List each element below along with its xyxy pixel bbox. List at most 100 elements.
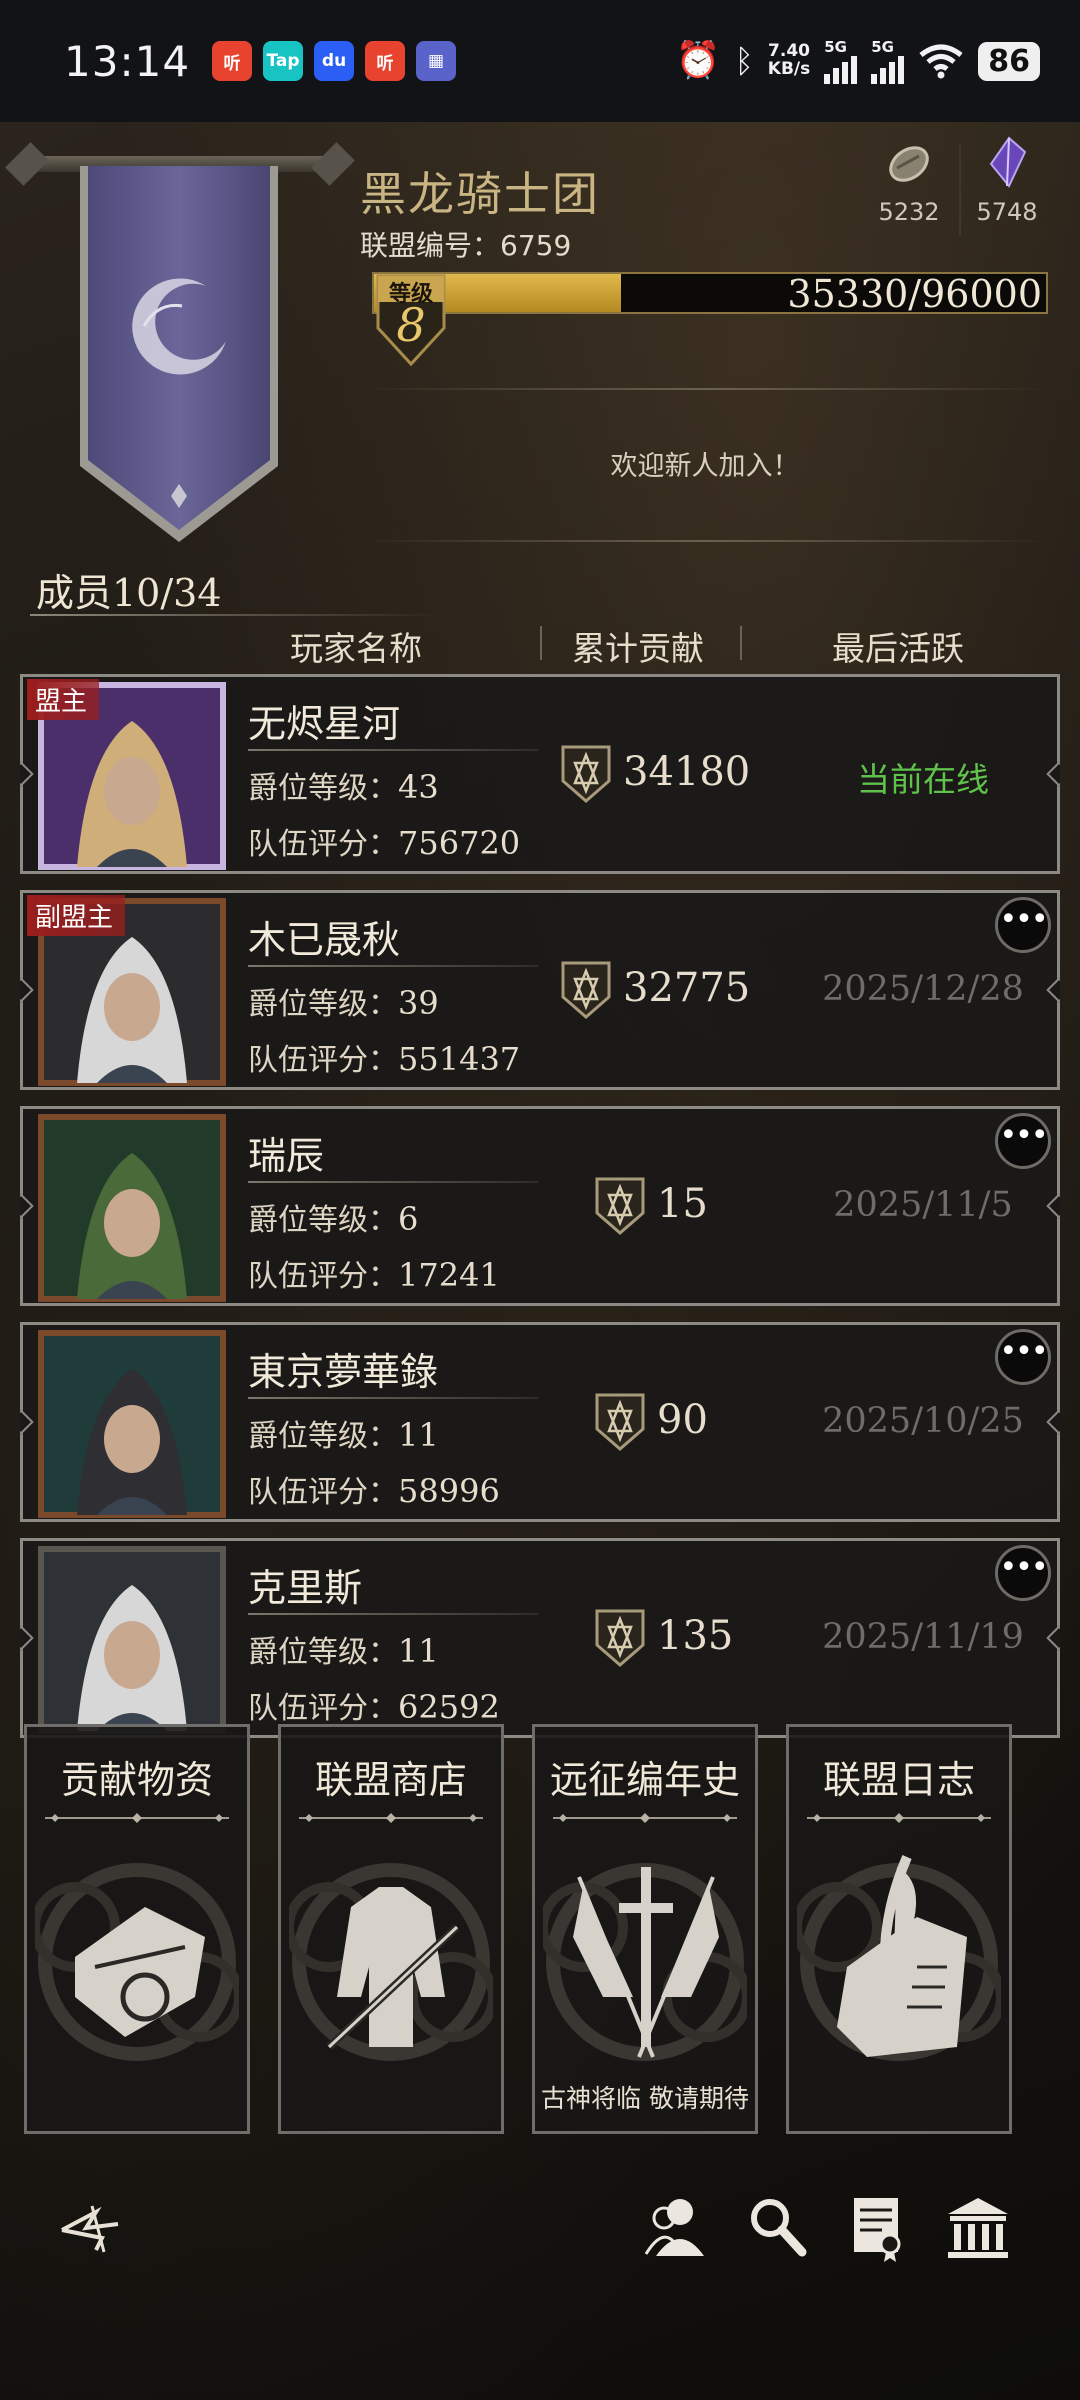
player-rank: 爵位等级：11: [248, 1632, 439, 1670]
player-score: 队伍评分：756720: [248, 824, 521, 862]
currency-divider: [959, 144, 961, 236]
member-list[interactable]: 盟主 无烬星河 爵位等级：43 队伍评分：756720 34180 当前在线 副盟主 木已晟秋…: [20, 674, 1060, 1844]
player-score: 队伍评分：551437: [248, 1040, 521, 1078]
player-avatar[interactable]: [37, 1329, 227, 1519]
member-row[interactable]: 東京夢華錄 爵位等级：11 队伍评分：58996 90 2025/10/25 •••: [20, 1322, 1060, 1522]
ornament-divider: [299, 1813, 483, 1823]
member-count: 成员10/34: [36, 571, 222, 615]
currency-coin[interactable]: 5232: [864, 134, 954, 226]
sword-banners-icon: [543, 1863, 747, 2061]
quill-parchment-icon: [797, 1855, 1001, 2061]
ornament-divider: [45, 1813, 229, 1823]
member-row[interactable]: 克里斯 爵位等级：11 队伍评分：62592 135 2025/11/19 •••: [20, 1538, 1060, 1738]
contribution-icon: [595, 1393, 645, 1451]
signal-2: 5G: [871, 38, 905, 84]
signal-1: 5G: [824, 38, 858, 84]
coin-icon: [889, 146, 929, 182]
player-last-active: 2025/10/25: [822, 1401, 1024, 1441]
player-score: 队伍评分：17241: [248, 1256, 500, 1294]
feature-card[interactable]: 远征编年史古神将临 敬请期待: [532, 1724, 758, 2134]
scroll-icon: [35, 1863, 239, 2061]
armor-icon: [289, 1863, 493, 2061]
player-rank: 爵位等级：39: [248, 984, 439, 1022]
alarm-icon: ⏰: [675, 40, 721, 81]
column-header-last-active: 最后活跃: [832, 629, 964, 668]
alliance-banner-emblem[interactable]: [76, 166, 282, 546]
role-tag: 盟主: [27, 679, 100, 720]
ting-app-icon: 听: [212, 41, 253, 81]
player-last-active: 2025/11/5: [833, 1185, 1013, 1225]
member-row[interactable]: 副盟主 木已晟秋 爵位等级：39 队伍评分：551437 32775 2025/12/28…: [20, 890, 1060, 1090]
members-icon[interactable]: [640, 2192, 712, 2264]
contribution-icon: [595, 1609, 645, 1667]
more-options-button[interactable]: •••: [995, 897, 1051, 953]
column-divider: [540, 626, 542, 660]
clock: 13:14: [64, 36, 191, 86]
player-contribution: 135: [657, 1613, 734, 1659]
system-indicators: ⏰ ᛒ 7.40 KB/s 5G 5G 86: [676, 38, 1040, 84]
player-avatar[interactable]: [37, 1545, 227, 1735]
temple-icon[interactable]: [942, 2192, 1014, 2264]
divider: [30, 614, 440, 616]
crystal-icon: [989, 136, 1027, 188]
player-contribution: 32775: [623, 965, 751, 1011]
player-rank: 爵位等级：43: [248, 768, 439, 806]
status-bar: 13:14 听 Tap du 听 ▦ ⏰ ᛒ 7.40 KB/s 5G 5G 86: [0, 0, 1080, 122]
feature-card-title: 贡献物资: [60, 1758, 213, 1802]
column-divider: [740, 626, 742, 660]
player-rank: 爵位等级：11: [248, 1416, 439, 1454]
feature-card-title: 联盟商店: [314, 1758, 467, 1802]
divider: [248, 965, 538, 967]
feature-card[interactable]: 联盟日志: [786, 1724, 1012, 2134]
level-number: 8: [396, 298, 426, 352]
feature-card-subtitle: 古神将临 敬请期待: [541, 2084, 749, 2113]
baidu-icon: du: [314, 41, 355, 81]
player-contribution: 90: [657, 1397, 708, 1443]
player-contribution: 15: [657, 1181, 708, 1227]
divider: [360, 540, 1050, 542]
player-name: 无烬星河: [248, 702, 401, 746]
more-options-button[interactable]: •••: [995, 1329, 1051, 1385]
player-avatar[interactable]: [37, 1113, 227, 1303]
feature-card-title: 远征编年史: [549, 1758, 740, 1802]
taptap-icon: Tap: [263, 41, 304, 81]
alliance-notice[interactable]: 欢迎新人加入！: [360, 444, 1050, 483]
divider: [360, 388, 1050, 390]
divider: [248, 1613, 538, 1615]
contribution-icon: [595, 1177, 645, 1235]
player-name: 東京夢華錄: [248, 1350, 439, 1394]
role-tag: 副盟主: [27, 895, 126, 936]
notification-icons: 听 Tap du 听 ▦: [212, 41, 467, 81]
search-icon[interactable]: [742, 2192, 814, 2264]
alliance-id: 联盟编号：6759: [360, 229, 572, 262]
alliance-screen: 黑龙骑士团 联盟编号：6759 5232 5748 35330/96000 等级…: [0, 122, 1080, 2400]
ornament-divider: [807, 1813, 991, 1823]
contribution-icon: [561, 961, 611, 1019]
currency-crystal[interactable]: 5748: [962, 134, 1052, 226]
player-name: 克里斯: [248, 1566, 363, 1610]
player-last-active: 2025/11/19: [822, 1617, 1024, 1657]
ornament-divider: [553, 1813, 737, 1823]
divider: [248, 749, 538, 751]
player-last-active: 当前在线: [857, 760, 989, 799]
exp-text: 35330/96000: [787, 272, 1042, 316]
player-rank: 爵位等级：6: [248, 1200, 419, 1238]
more-options-button[interactable]: •••: [995, 1545, 1051, 1601]
feature-card-title: 联盟日志: [822, 1758, 975, 1802]
column-header-contribution: 累计贡献: [572, 629, 704, 668]
member-row[interactable]: 瑞辰 爵位等级：6 队伍评分：17241 15 2025/11/5 •••: [20, 1106, 1060, 1306]
more-options-button[interactable]: •••: [995, 1113, 1051, 1169]
game-app-icon: ▦: [416, 41, 457, 81]
signal-bars-icon: [871, 56, 905, 84]
player-last-active: 2025/12/28: [822, 969, 1024, 1009]
back-icon[interactable]: [56, 2192, 128, 2264]
signal-bars-icon: [824, 56, 858, 84]
column-header-name: 玩家名称: [290, 629, 422, 668]
certificate-icon[interactable]: [842, 2192, 914, 2264]
feature-card[interactable]: 联盟商店: [278, 1724, 504, 2134]
member-row[interactable]: 盟主 无烬星河 爵位等级：43 队伍评分：756720 34180 当前在线: [20, 674, 1060, 874]
feature-card[interactable]: 贡献物资: [24, 1724, 250, 2134]
wifi-icon: [919, 44, 963, 79]
alliance-name: 黑龙骑士团: [360, 167, 600, 221]
divider: [248, 1397, 538, 1399]
